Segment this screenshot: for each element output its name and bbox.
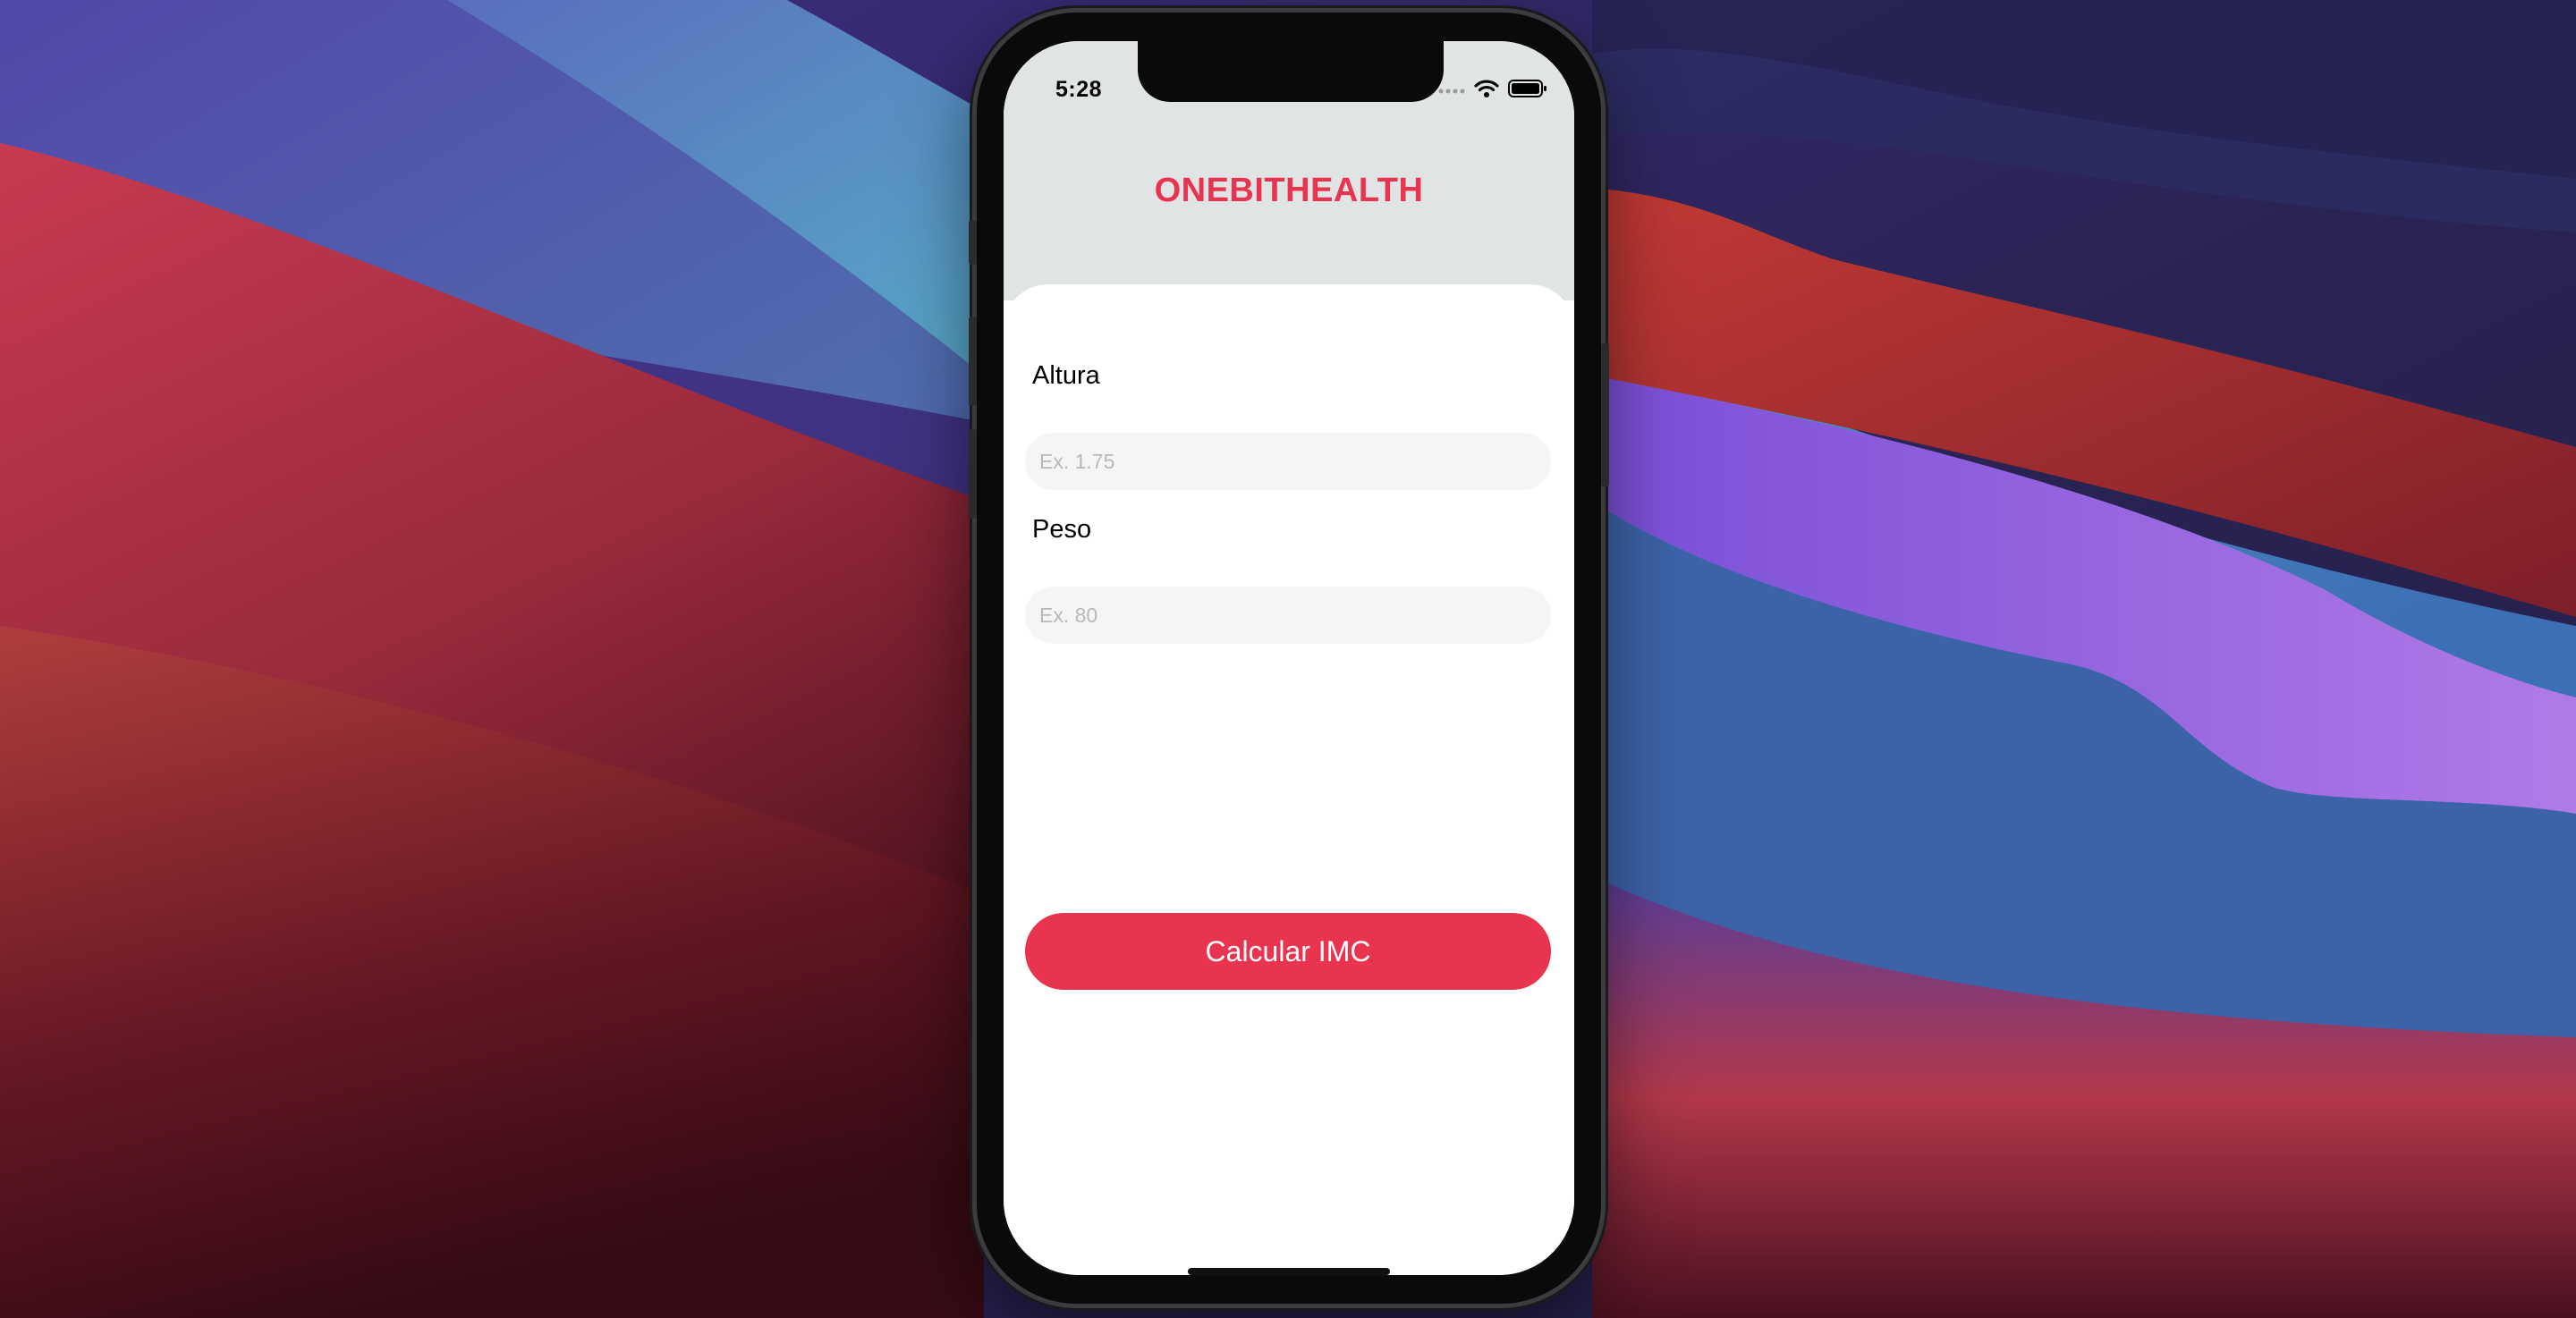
battery-icon xyxy=(1508,79,1547,103)
power-button xyxy=(1601,343,1609,486)
wifi-icon xyxy=(1474,79,1499,103)
status-bar: 5:28 xyxy=(1004,41,1574,113)
height-input[interactable] xyxy=(1025,433,1551,490)
volume-down-button xyxy=(969,429,977,519)
phone-screen: ONEBITHEALTH 5:28 Altura Ex. 1.75 Peso E… xyxy=(1004,41,1574,1275)
height-label: Altura xyxy=(1032,361,1100,390)
cellular-dots-icon xyxy=(1438,83,1465,99)
mute-switch xyxy=(969,220,977,265)
status-time: 5:28 xyxy=(1055,77,1103,102)
imc-form: Altura Peso Calcular IMC xyxy=(1004,284,1574,1275)
app-title: ONEBITHEALTH xyxy=(1154,172,1424,209)
status-icons xyxy=(1438,79,1547,103)
phone-frame: ONEBITHEALTH 5:28 Altura Ex. 1.75 Peso E… xyxy=(969,13,1609,1304)
weight-label: Peso xyxy=(1032,515,1092,544)
weight-input[interactable] xyxy=(1025,587,1551,644)
calculate-imc-button[interactable]: Calcular IMC xyxy=(1025,913,1551,990)
volume-up-button xyxy=(969,317,977,406)
home-indicator[interactable] xyxy=(1188,1268,1390,1275)
